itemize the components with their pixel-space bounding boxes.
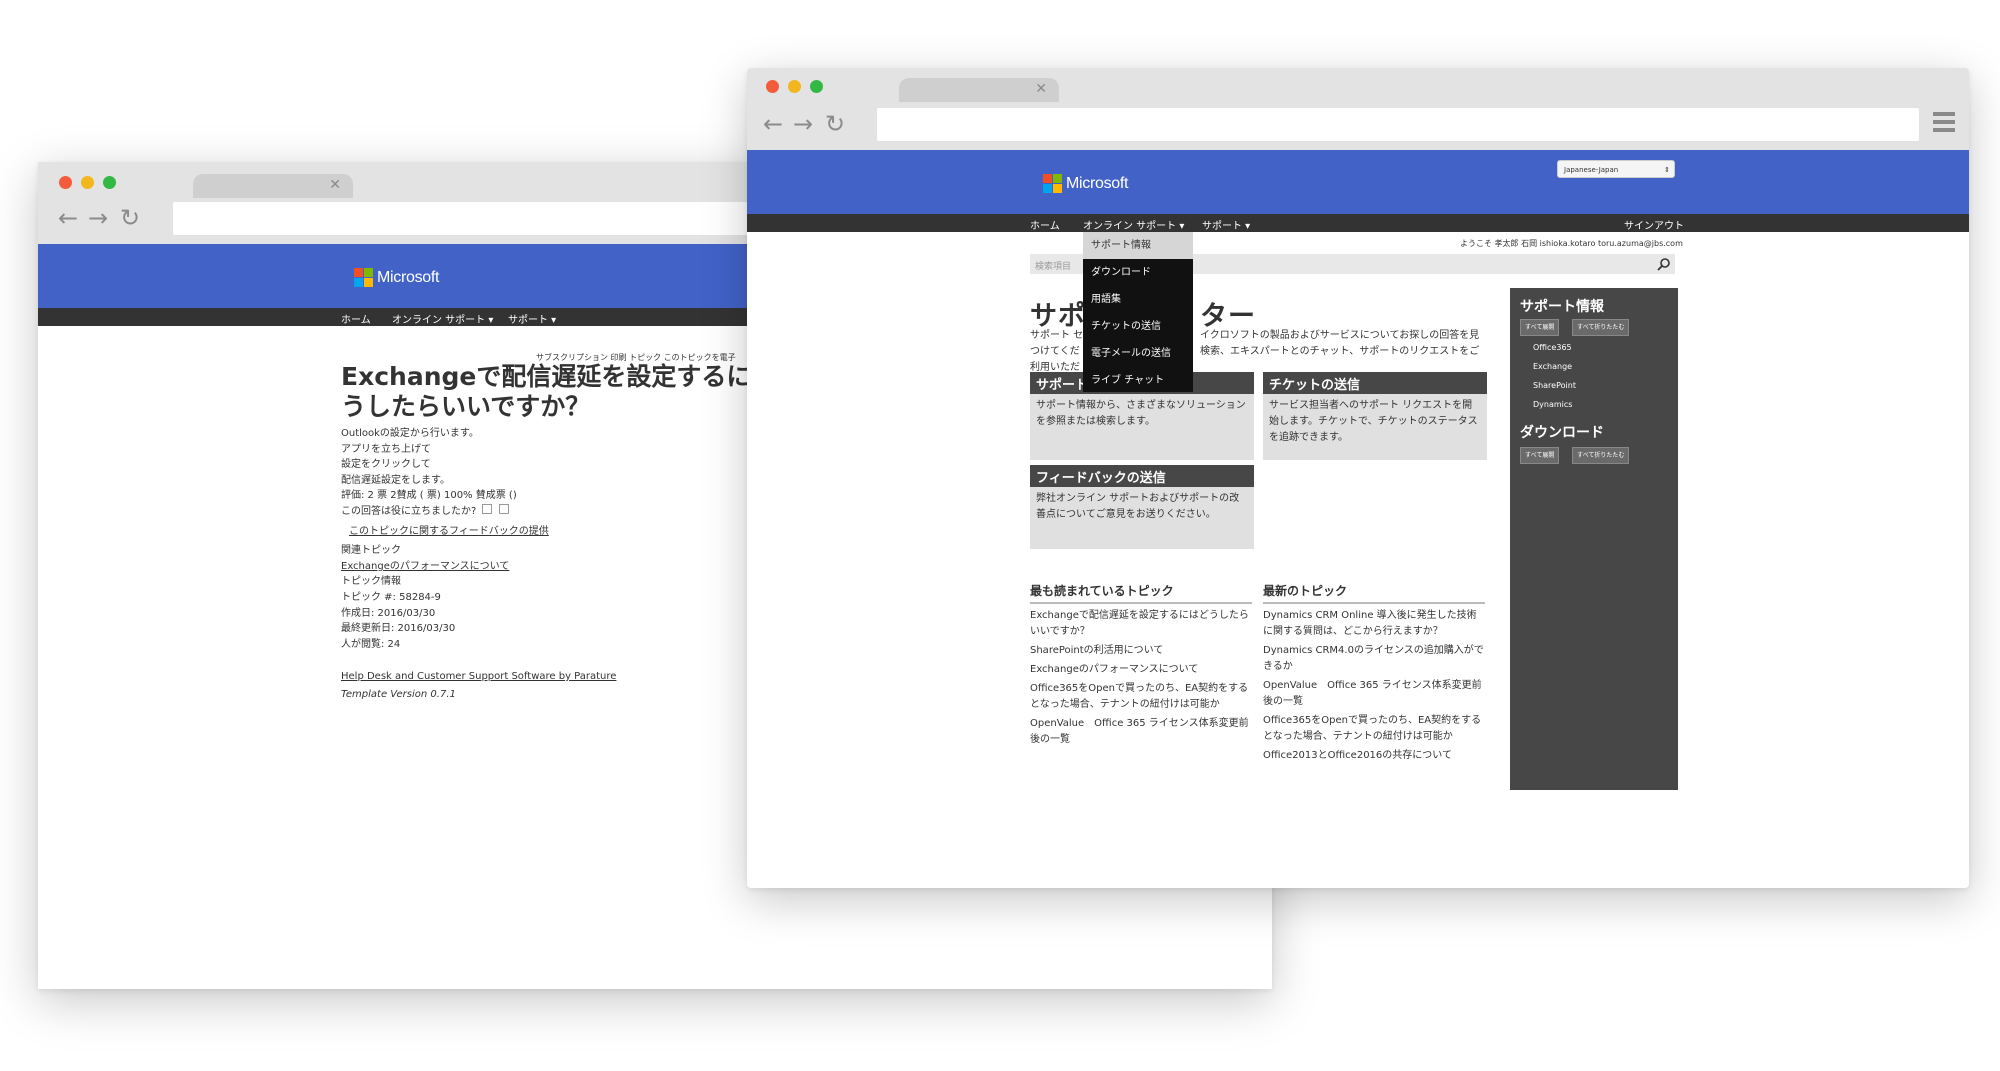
close-window-button[interactable] [766,80,779,93]
popular-topic-link[interactable]: Office365をOpenで買ったのち、EA契約をするとなった場合、テナントの… [1030,681,1252,713]
select-arrow-icon: ⇕ [1664,166,1670,174]
latest-topic-link[interactable]: OpenValue Office 365 ライセンス体系変更前後の一覧 [1263,678,1485,710]
related-link[interactable]: Exchangeのパフォーマンスについて [341,557,509,572]
popular-topic-link[interactable]: Exchangeのパフォーマンスについて [1030,662,1252,678]
nav-support[interactable]: サポート ▾ [1202,217,1250,232]
microsoft-logo[interactable]: Microsoft [1043,174,1129,193]
dropdown-item-downloads[interactable]: ダウンロード [1083,259,1193,286]
nav-home[interactable]: ホーム [1030,217,1060,232]
footer-link[interactable]: Help Desk and Customer Support Software … [341,671,616,682]
sidebar-item-dynamics[interactable]: Dynamics [1533,400,1572,409]
search-placeholder: 検索項目 [1035,262,1072,272]
popular-topic-link[interactable]: Exchangeで配信遅延を設定するにはどうしたらいいですか？ [1030,608,1252,640]
popular-topics-heading: 最も読まれているトピック [1030,582,1252,604]
maximize-window-button[interactable] [103,176,116,189]
dropdown-item-submit-ticket[interactable]: チケットの送信 [1083,313,1193,340]
latest-topic-link[interactable]: Dynamics CRM Online 導入後に発生した技術に関する質問は、どこ… [1263,608,1485,640]
topic-info-line: トピック情報 [341,576,401,587]
language-select[interactable]: Japanese-Japan ⇕ [1557,160,1675,178]
card-body: 弊社オンライン サポートおよびサポートの改善点についてご意見をお送りください。 [1036,493,1240,520]
related-label: 関連トピック [341,545,401,556]
forward-arrow-icon[interactable]: → [793,110,813,138]
dropdown-item-live-chat[interactable]: ライブ チャット [1083,367,1193,394]
greeting-text: ようこそ 孝太郎 石岡 ishioka.kotaro toru.azuma@jb… [1460,239,1683,248]
topic-info-line: 人が閲覧: 24 [341,639,401,650]
nav-sign-out[interactable]: サインアウト [1624,217,1684,232]
answer-line: 設定をクリックして [341,459,431,470]
answer-line: アプリを立ち上げて [341,444,431,455]
answer-line: Outlookの設定から行います。 [341,428,479,439]
card-submit-ticket[interactable]: チケットの送信 サービス担当者へのサポート リクエストを開始します。チケットで、… [1263,372,1487,460]
popular-topic-link[interactable]: OpenValue Office 365 ライセンス体系変更前後の一覧 [1030,716,1252,748]
windows-logo-icon [1043,174,1062,193]
hamburger-menu-icon[interactable] [1933,112,1955,134]
nav-bar: ホーム オンライン サポート ▾ サポート ▾ サインアウト [747,214,1969,232]
reload-icon[interactable]: ↻ [120,204,140,232]
topic-info-line: 作成日: 2016/03/30 [341,608,436,619]
sidebar-kb-heading: サポート情報 [1520,299,1604,315]
dropdown-item-send-email[interactable]: 電子メールの送信 [1083,340,1193,367]
reload-icon[interactable]: ↻ [825,110,845,138]
collapse-all-button[interactable]: すべて折りたたむ [1572,447,1630,464]
card-body: サービス担当者へのサポート リクエストを開始します。チケットで、チケットのステー… [1269,400,1478,443]
answer-line: 配信遅延設定をします。 [341,475,450,486]
close-tab-icon[interactable]: ✕ [329,177,341,193]
search-icon[interactable] [1657,257,1671,271]
latest-topics-heading: 最新のトピック [1263,582,1485,604]
card-title: チケットの送信 [1263,372,1487,394]
minimize-window-button[interactable] [81,176,94,189]
topic-info-line: トピック #: 58284-9 [341,592,441,603]
latest-topic-link[interactable]: Office365をOpenで買ったのち、EA契約をするとなった場合、テナントの… [1263,713,1485,745]
microsoft-logo[interactable]: Microsoft [354,268,440,287]
forward-arrow-icon[interactable]: → [88,204,108,232]
sidebar-item-exchange[interactable]: Exchange [1533,362,1572,371]
latest-topic-link[interactable]: Office2013とOffice2016の共存について [1263,748,1485,764]
card-feedback[interactable]: フィードバックの送信 弊社オンライン サポートおよびサポートの改善点についてご意… [1030,465,1254,549]
nav-home[interactable]: ホーム [341,311,371,326]
sidebar: サポート情報 すべて展開 すべて折りたたむ Office365 Exchange… [1510,288,1678,790]
latest-topic-link[interactable]: Dynamics CRM4.0のライセンスの追加購入ができるか [1263,643,1485,675]
sidebar-item-office365[interactable]: Office365 [1533,343,1572,352]
browser-window-front: ✕ ← → ↻ Microsoft Japanese-Japan ⇕ ホーム オ… [747,68,1969,888]
popular-topic-link[interactable]: SharePointの利活用について [1030,643,1252,659]
online-support-dropdown-menu: サポート情報 ダウンロード 用語集 チケットの送信 電子メールの送信 ライブ チ… [1083,232,1193,392]
sidebar-download-heading: ダウンロード [1520,425,1604,441]
card-title: フィードバックの送信 [1030,465,1254,487]
card-body: サポート情報から、さまざまなソリューションを参照または検索します。 [1036,400,1246,427]
rating-text: 評価: 2 票 2賛成 ( 票) 100% 賛成票 () [341,490,517,501]
windows-logo-icon [354,268,373,287]
browser-tab[interactable]: ✕ [193,174,353,198]
expand-all-button[interactable]: すべて展開 [1520,447,1560,464]
helpful-question: この回答は役に立ちましたか? [341,502,509,517]
browser-tab[interactable]: ✕ [899,78,1059,102]
address-bar[interactable] [877,108,1919,141]
feedback-link[interactable]: このトピックに関するフィードバックの提供 [349,522,549,537]
back-arrow-icon[interactable]: ← [763,110,783,138]
collapse-all-button[interactable]: すべて折りたたむ [1572,319,1630,336]
template-version: Template Version 0.7.1 [341,689,456,700]
sidebar-item-sharepoint[interactable]: SharePoint [1533,381,1576,390]
ms-header-bar: Microsoft Japanese-Japan ⇕ [747,150,1969,214]
back-arrow-icon[interactable]: ← [58,204,78,232]
browser-chrome: ✕ ← → ↻ [747,68,1969,150]
close-tab-icon[interactable]: ✕ [1035,81,1047,97]
topic-info-line: 最終更新日: 2016/03/30 [341,623,456,634]
nav-support[interactable]: サポート ▾ [508,311,556,326]
close-window-button[interactable] [59,176,72,189]
maximize-window-button[interactable] [810,80,823,93]
expand-all-button[interactable]: すべて展開 [1520,319,1560,336]
nav-online-support[interactable]: オンライン サポート ▾ [392,311,493,326]
thumbs-up-icon[interactable] [481,504,492,514]
minimize-window-button[interactable] [788,80,801,93]
thumbs-down-icon[interactable] [498,504,509,514]
dropdown-item-knowledge-base[interactable]: サポート情報 [1083,232,1193,259]
nav-online-support[interactable]: オンライン サポート ▾ [1083,217,1184,232]
dropdown-item-glossary[interactable]: 用語集 [1083,286,1193,313]
